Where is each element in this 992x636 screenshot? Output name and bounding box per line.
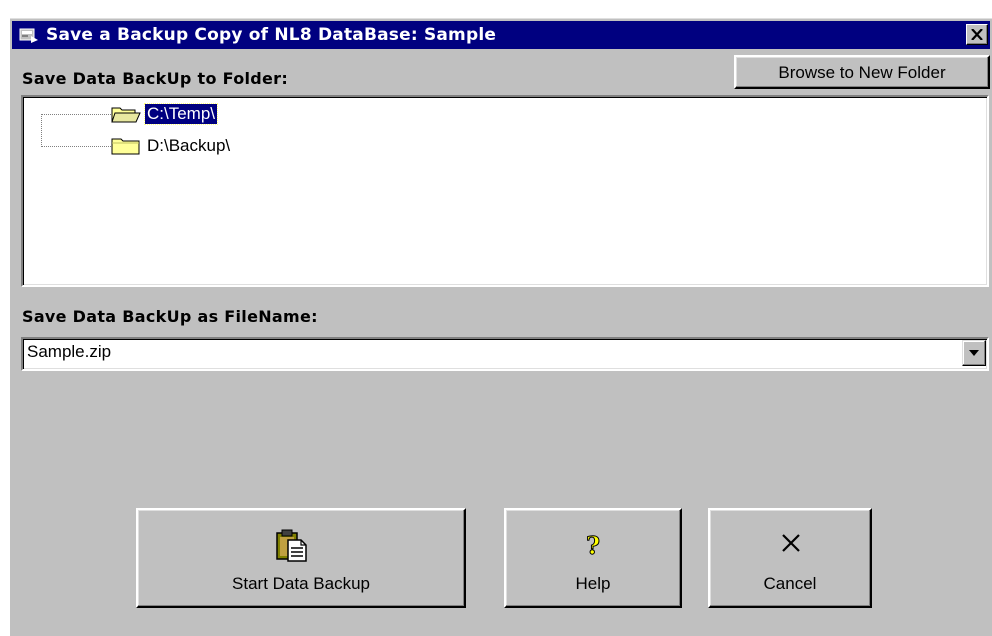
filename-label: Save Data BackUp as FileName: — [22, 307, 318, 326]
tree-item-backup[interactable]: D:\Backup\ — [111, 135, 232, 157]
folder-tree[interactable]: C:\Temp\ D:\Backup\ — [21, 95, 989, 287]
svg-text:?: ? — [586, 532, 600, 560]
tree-item-label: C:\Temp\ — [143, 103, 219, 125]
close-button[interactable] — [966, 24, 988, 45]
start-backup-label: Start Data Backup — [232, 574, 370, 593]
app-icon — [18, 26, 40, 44]
cancel-button[interactable]: Cancel — [708, 508, 872, 608]
tree-connector — [41, 114, 42, 147]
chevron-down-icon — [969, 349, 979, 356]
tree-connector — [41, 146, 111, 147]
start-backup-button[interactable]: Start Data Backup — [136, 508, 466, 608]
browse-folder-label: Browse to New Folder — [778, 63, 946, 82]
title-bar: Save a Backup Copy of NL8 DataBase: Samp… — [12, 21, 990, 49]
tree-item-temp[interactable]: C:\Temp\ — [111, 103, 219, 125]
cancel-label: Cancel — [763, 574, 817, 593]
window-title: Save a Backup Copy of NL8 DataBase: Samp… — [46, 25, 497, 45]
open-folder-icon — [111, 104, 141, 124]
clipboard-document-icon — [274, 528, 310, 567]
filename-combobox[interactable]: Sample.zip — [21, 337, 989, 371]
help-label: Help — [575, 574, 611, 593]
help-button[interactable]: ? Help — [504, 508, 682, 608]
folder-icon — [111, 136, 141, 156]
backup-dialog: Save a Backup Copy of NL8 DataBase: Samp… — [10, 18, 992, 636]
filename-dropdown-button[interactable] — [962, 340, 986, 366]
close-icon — [971, 29, 983, 40]
question-mark-icon: ? — [582, 531, 604, 567]
folder-label: Save Data BackUp to Folder: — [22, 69, 289, 88]
filename-value: Sample.zip — [27, 342, 112, 361]
browse-folder-button[interactable]: Browse to New Folder — [734, 55, 990, 89]
x-icon — [780, 532, 802, 559]
tree-item-label: D:\Backup\ — [147, 136, 231, 155]
tree-connector — [41, 114, 111, 115]
